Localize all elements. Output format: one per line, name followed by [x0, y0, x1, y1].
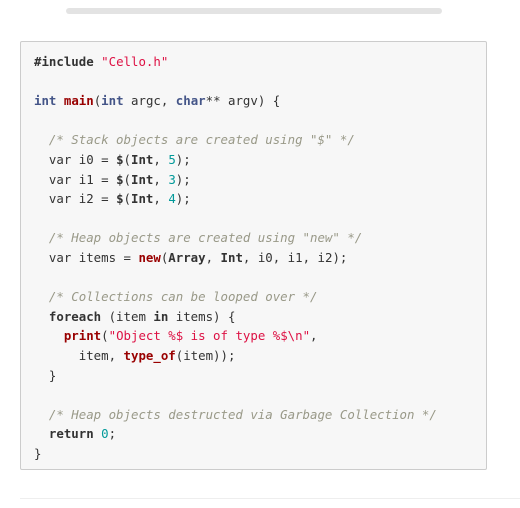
code-token: var items =	[34, 249, 139, 265]
code-token: "Cello.h"	[101, 54, 169, 69]
code-token: int	[34, 93, 57, 109]
code-token: $	[116, 151, 124, 167]
code-token: #include	[34, 54, 94, 69]
code-token: in	[153, 308, 169, 324]
code-token: ,	[310, 328, 318, 344]
code-token: Int	[131, 151, 154, 167]
code-token: var i2 =	[34, 191, 117, 207]
code-token: $	[116, 171, 124, 187]
code-token: items) {	[168, 308, 236, 324]
code-token: (	[101, 328, 109, 344]
code-block: #include "Cello.h" int main(int argc, cha…	[20, 41, 487, 470]
code-token: (item));	[175, 347, 236, 363]
code-token: var i1 =	[34, 171, 117, 187]
code-token: item,	[34, 347, 124, 363]
code-token: ,	[205, 249, 221, 265]
code-token: );	[175, 171, 191, 187]
code-line: }	[34, 444, 437, 464]
code-token: /* Heap objects destructed via Garbage C…	[48, 406, 437, 422]
code-token: ,	[153, 171, 169, 187]
page: #include "Cello.h" int main(int argc, cha…	[0, 0, 520, 508]
code-line: var items = new(Array, Int, i0, i1, i2);	[34, 248, 437, 268]
code-token: 3	[168, 171, 176, 187]
code-token: }	[34, 367, 57, 383]
code-line: }	[34, 366, 437, 386]
code-line: item, type_of(item));	[34, 346, 437, 366]
code-token: ,	[153, 191, 169, 207]
code-token: Int	[131, 191, 154, 207]
code-token: 5	[168, 151, 176, 167]
code-line: return 0;	[34, 424, 437, 444]
code-line: /* Collections can be looped over */	[34, 287, 437, 307]
code-line: print("Object %$ is of type %$\n",	[34, 326, 437, 346]
code-token: /* Collections can be looped over */	[48, 289, 318, 305]
code-token: int	[101, 93, 124, 109]
code-line: var i0 = $(Int, 5);	[34, 150, 437, 170]
code-token: (item	[101, 308, 154, 324]
code-token: /* Stack objects are created using "$" *…	[48, 132, 355, 148]
code-line: /* Heap objects destructed via Garbage C…	[34, 405, 437, 425]
code-token: );	[175, 191, 191, 207]
code-token: var i0 =	[34, 151, 117, 167]
code-token: "Object %$ is of type %$\n"	[108, 328, 311, 344]
code-line: var i1 = $(Int, 3);	[34, 170, 437, 190]
code-token: /* Heap objects are created using "new" …	[48, 230, 363, 246]
code-line: var i2 = $(Int, 4);	[34, 189, 437, 209]
code-token: $	[116, 191, 124, 207]
code-token: return	[48, 426, 94, 442]
code-token: }	[34, 445, 42, 461]
code-token: type_of	[123, 347, 176, 363]
code-line: int main(int argc, char** argv) {	[34, 91, 437, 111]
code-line: #include "Cello.h"	[34, 52, 437, 72]
code-token: ,	[153, 151, 169, 167]
code-token: (	[123, 151, 131, 167]
code-token: Int	[131, 171, 154, 187]
code-token: ** argv) {	[205, 93, 281, 109]
code-token: Int	[220, 249, 243, 265]
code-token: 4	[168, 191, 176, 207]
code-token: foreach	[48, 308, 102, 324]
code-token: ;	[108, 426, 117, 442]
code-token: Array	[168, 249, 206, 265]
code-line: /* Stack objects are created using "$" *…	[34, 130, 437, 150]
code-token: char	[175, 93, 206, 109]
code-line: /* Heap objects are created using "new" …	[34, 228, 437, 248]
code-token: (	[123, 191, 131, 207]
code-token: new	[138, 249, 161, 265]
divider	[20, 498, 520, 499]
code-token: (	[123, 171, 131, 187]
code-token: 0	[101, 426, 109, 442]
code-token: main	[63, 93, 94, 109]
code-line: foreach (item in items) {	[34, 307, 437, 327]
code-token: argc,	[123, 93, 176, 109]
code-token: );	[175, 151, 191, 167]
code-token: , i0, i1, i2);	[242, 249, 348, 265]
horizontal-scrollbar[interactable]	[66, 8, 442, 14]
code-token: print	[63, 328, 102, 344]
code-listing: #include "Cello.h" int main(int argc, cha…	[34, 52, 437, 463]
